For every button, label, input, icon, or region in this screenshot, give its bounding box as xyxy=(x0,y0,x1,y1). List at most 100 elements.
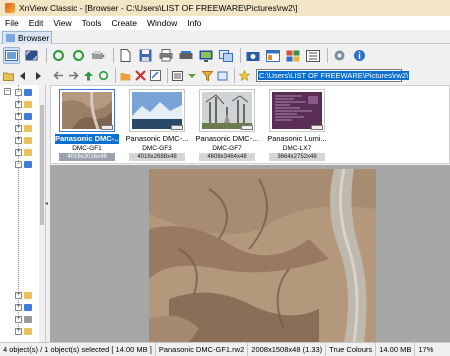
folder-icon xyxy=(24,304,32,311)
tree-node[interactable]: + xyxy=(0,147,40,158)
tree-expand-toggle[interactable]: + xyxy=(15,328,22,335)
status-dimensions: 2008x1508x48 (1.33) xyxy=(248,342,327,356)
thumbnail-model: DMC-GF3 xyxy=(142,145,172,152)
filter-icon[interactable] xyxy=(201,69,214,82)
refresh-small-icon[interactable] xyxy=(97,69,110,82)
menu-file[interactable]: File xyxy=(0,18,24,28)
slideshow-button[interactable] xyxy=(197,47,214,64)
thumbnail-name: Panasonic DMC-... xyxy=(55,134,119,144)
menu-edit[interactable]: Edit xyxy=(24,18,49,28)
folder-icon xyxy=(24,292,32,299)
tree-node[interactable]: + xyxy=(0,135,40,146)
contact-sheet-button[interactable] xyxy=(304,47,321,64)
tree-scrollbar-thumb[interactable] xyxy=(40,105,44,225)
tree-node[interactable]: + xyxy=(0,314,40,325)
menu-create[interactable]: Create xyxy=(106,18,142,28)
title-bar: XnView Classic - [Browser - C:\Users\LIS… xyxy=(0,0,450,16)
delete-icon[interactable] xyxy=(134,69,147,82)
tree-expand-toggle[interactable]: + xyxy=(15,101,22,108)
tree-node[interactable]: + xyxy=(0,99,40,110)
menu-info[interactable]: Info xyxy=(182,18,206,28)
select-icon[interactable] xyxy=(216,69,229,82)
toolbar-separator xyxy=(234,68,235,83)
acquire-button[interactable] xyxy=(90,47,107,64)
menu-tools[interactable]: Tools xyxy=(77,18,107,28)
tab-browser[interactable]: Browser xyxy=(2,31,52,44)
settings-gear-icon[interactable] xyxy=(331,47,348,64)
status-filename: Panasonic DMC-GF1.rw2 xyxy=(156,342,249,356)
forward-arrow-icon[interactable] xyxy=(67,69,80,82)
web-page-button[interactable] xyxy=(264,47,281,64)
sort-icon[interactable] xyxy=(186,69,199,82)
fullscreen-button[interactable] xyxy=(23,47,40,64)
thumbnail-image-canyon xyxy=(62,92,112,129)
tree-expand-toggle[interactable]: + xyxy=(15,292,22,299)
folder-icon xyxy=(24,149,32,156)
folder-icon xyxy=(24,125,32,132)
thumbnail-dimensions: 4608x3464x48 xyxy=(199,153,255,161)
back-arrow-icon[interactable] xyxy=(52,69,65,82)
window-title: XnView Classic - [Browser - C:\Users\LIS… xyxy=(19,3,298,13)
save-button[interactable] xyxy=(137,47,154,64)
thumbnail-frame xyxy=(269,89,325,132)
browser-tab-icon xyxy=(6,34,15,42)
path-input[interactable]: C:\Users\LIST OF FREEWARE\Pictures\rw2\ xyxy=(256,69,410,82)
thumbnail-name: Panasonic Lumi... xyxy=(267,134,327,143)
favorite-star-icon[interactable] xyxy=(238,69,251,82)
capture-button[interactable] xyxy=(244,47,261,64)
view-mode-icon[interactable] xyxy=(171,69,184,82)
thumbnail-item[interactable]: Panasonic Lumi... DMC-LX7 3664x2752x48 xyxy=(265,89,329,162)
up-folder-icon[interactable] xyxy=(82,69,95,82)
print-button[interactable] xyxy=(157,47,174,64)
toolbar-separator xyxy=(46,48,47,63)
tree-node[interactable]: + xyxy=(0,123,40,134)
browser-view-button[interactable] xyxy=(3,47,20,64)
toolbar-separator xyxy=(327,48,328,63)
open-file-button[interactable] xyxy=(117,47,134,64)
tree-node[interactable]: + xyxy=(0,290,40,301)
thumbnail-item[interactable]: Panasonic DMC-... DMC-GF7 4608x3464x48 xyxy=(195,89,259,162)
folder-tree[interactable]: − − + + + + + − + + + + xyxy=(0,85,46,342)
scanner-button[interactable] xyxy=(177,47,194,64)
thumbnail-item[interactable]: Panasonic DMC-... DMC-GF3 4016x2688x48 xyxy=(125,89,189,162)
tree-node[interactable]: + xyxy=(0,111,40,122)
drive-icon xyxy=(24,89,32,96)
rename-icon[interactable] xyxy=(149,69,162,82)
tree-expand-toggle[interactable]: − xyxy=(15,161,22,168)
tree-forward-icon[interactable] xyxy=(31,69,44,82)
tree-expand-toggle[interactable]: + xyxy=(15,316,22,323)
toolbar-separator xyxy=(115,68,116,83)
status-zoom: 17% xyxy=(418,344,434,354)
tree-node-pictures[interactable]: − xyxy=(0,159,40,170)
tree-expand-toggle[interactable]: + xyxy=(15,125,22,132)
tree-expand-toggle[interactable]: − xyxy=(15,89,22,96)
thumbnail-item[interactable]: Panasonic DMC-... DMC-GF1 4016x3016x48 xyxy=(55,89,119,162)
pictures-folder-icon xyxy=(24,161,32,168)
sync-button[interactable] xyxy=(70,47,87,64)
tree-expand-toggle[interactable]: + xyxy=(15,113,22,120)
status-objects-text: 4 object(s) / 1 object(s) selected xyxy=(3,344,110,354)
tree-expand-toggle[interactable]: + xyxy=(15,304,22,311)
new-folder-icon[interactable] xyxy=(119,69,132,82)
tree-expand-toggle[interactable]: + xyxy=(15,137,22,144)
tree-node[interactable]: + xyxy=(0,326,40,337)
tree-scrollbar[interactable] xyxy=(39,85,45,342)
menu-window[interactable]: Window xyxy=(142,18,182,28)
favorites-folder-icon[interactable] xyxy=(2,69,15,82)
folder-icon xyxy=(24,328,32,335)
image-preview[interactable] xyxy=(50,165,450,342)
refresh-button[interactable] xyxy=(50,47,67,64)
toolbar-separator xyxy=(240,48,241,63)
xnview-app-icon xyxy=(5,3,15,13)
tree-node[interactable]: − xyxy=(0,87,40,98)
convert-button[interactable] xyxy=(217,47,234,64)
thumbnail-image-mountains xyxy=(132,92,182,129)
thumbnail-dimensions: 4016x3016x48 xyxy=(59,153,115,161)
multi-page-button[interactable] xyxy=(284,47,301,64)
tree-back-icon[interactable] xyxy=(17,69,30,82)
info-icon[interactable] xyxy=(351,47,368,64)
menu-view[interactable]: View xyxy=(48,18,76,28)
tree-node[interactable]: + xyxy=(0,302,40,313)
tree-expand-toggle[interactable]: + xyxy=(15,149,22,156)
thumbnail-model: DMC-GF1 xyxy=(72,145,102,152)
